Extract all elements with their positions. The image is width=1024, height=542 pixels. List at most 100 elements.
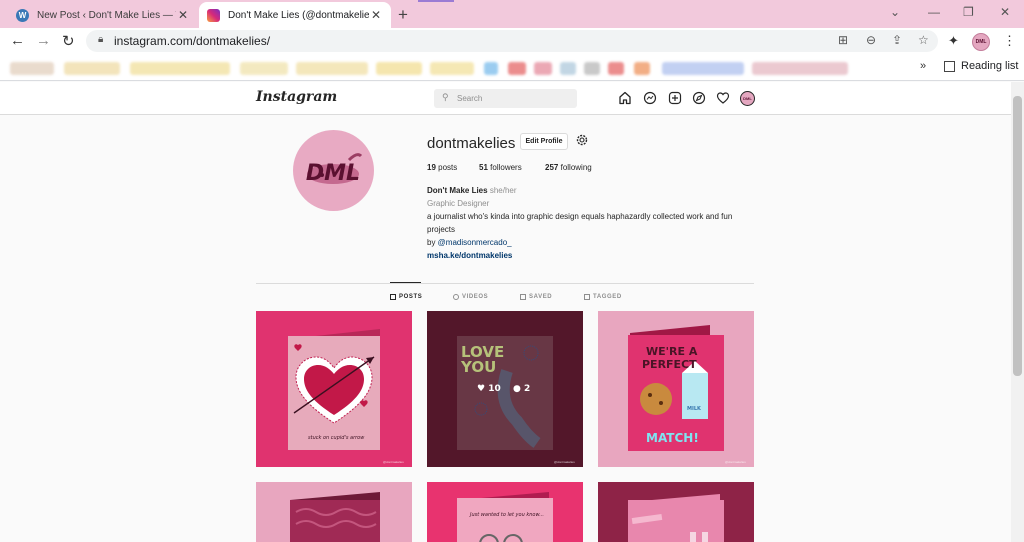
tab-new-post[interactable]: W New Post ‹ Don't Make Lies — W ✕ [8,2,198,28]
tab-title: Don't Make Lies (@dontmakelies [228,9,369,21]
followers-count: 51 [479,163,488,172]
bookmarks-bar: » Reading list [0,55,1024,81]
by-handle-link[interactable]: @madisonmercado_ [438,238,512,247]
bookmark-item[interactable] [662,62,744,75]
instagram-logo[interactable]: Instagram [256,89,337,105]
nav-profile-avatar[interactable]: DML [740,91,755,106]
edit-profile-button[interactable]: Edit Profile [520,133,568,150]
post-thumbnail[interactable]: stuck on cupid's arrow @dontmakelies [256,311,412,467]
translate-icon[interactable]: ⊞ [838,33,848,47]
tab-strip-accent [418,0,454,2]
post-image [290,492,380,542]
by-prefix: by [427,238,438,247]
close-icon[interactable]: ✕ [176,8,190,22]
settings-gear-icon[interactable] [575,133,589,147]
address-bar[interactable]: 🔒︎ instagram.com/dontmakelies/ ⊞ ⊖ ⇪ ☆ [86,30,938,52]
home-icon[interactable] [618,91,632,105]
forward-icon[interactable]: → [36,32,51,49]
website-link[interactable]: msha.ke/dontmakelies [427,249,757,262]
tab-tagged[interactable]: TAGGED [584,294,622,300]
bookmark-item[interactable] [240,62,288,75]
menu-icon[interactable]: ⋮ [1003,33,1016,49]
bookmark-item[interactable] [130,62,230,75]
post-headline-line2: PERFECT [642,358,697,371]
tab-search-icon[interactable]: ⌄ [890,5,900,19]
profile-divider [256,283,754,284]
browser-toolbar: ← → ↻ 🔒︎ instagram.com/dontmakelies/ ⊞ ⊖… [0,28,1024,55]
post-thumbnail[interactable] [256,482,412,542]
profile-bio: Don't Make Lies she/her Graphic Designer… [427,184,757,262]
tab-label: VIDEOS [462,294,489,300]
post-thumbnail[interactable] [598,482,754,542]
restore-icon[interactable]: ❐ [963,5,974,19]
bookmark-item[interactable] [430,62,474,75]
bookmark-star-icon[interactable]: ☆ [918,33,929,47]
reading-list-button[interactable]: Reading list [944,60,1018,72]
post-caption: Just wanted to let you know... [470,512,544,518]
lock-icon: 🔒︎ [98,34,104,45]
explore-icon[interactable] [692,91,706,105]
bookmark-item[interactable] [584,62,600,75]
back-icon[interactable]: ← [10,32,25,49]
post-thumbnail[interactable]: Just wanted to let you know... [427,482,583,542]
video-icon [453,294,459,300]
new-post-icon[interactable] [668,91,682,105]
bookmark-item[interactable] [10,62,54,75]
search-input[interactable]: ⚲ Search [434,89,577,108]
following-stat[interactable]: 257 following [545,163,592,172]
close-icon[interactable]: ✕ [369,8,383,22]
tab-label: POSTS [399,294,423,300]
bookmark-item[interactable] [608,62,624,75]
bookmark-item[interactable] [634,62,650,75]
scrollbar-thumb[interactable] [1013,96,1022,376]
messenger-icon[interactable] [643,91,657,105]
search-icon: ⚲ [442,92,449,102]
reload-icon[interactable]: ↻ [62,32,75,50]
bookmark-item[interactable] [376,62,422,75]
new-tab-button[interactable]: + [398,5,408,25]
search-placeholder: Search [457,94,483,103]
share-icon[interactable]: ⇪ [892,33,902,47]
minimize-icon[interactable]: — [928,5,940,19]
post-watermark: @dontmakelies [554,460,575,464]
page-scrollbar[interactable] [1011,82,1024,542]
tab-instagram[interactable]: Don't Make Lies (@dontmakelies ✕ [199,2,391,28]
post-thumbnail[interactable]: WE'RE A PERFECT MILK MATCH! @dontmakelie… [598,311,754,467]
bookmark-item[interactable] [752,62,848,75]
close-window-icon[interactable]: ✕ [1000,5,1010,19]
reading-list-icon [944,60,955,72]
page-viewport: Instagram ⚲ Search DML DML dontmakelies … [0,82,1011,542]
tab-posts[interactable]: POSTS [390,294,422,300]
bookmark-item[interactable] [64,62,120,75]
instagram-icon [207,8,220,22]
likes-count: 10 [488,384,501,394]
pronouns: she/her [489,186,517,195]
tab-saved[interactable]: SAVED [520,294,552,300]
bookmark-item[interactable] [534,62,552,75]
browser-profile-avatar[interactable]: DML [972,33,990,51]
profile-picture[interactable]: DML [293,130,374,211]
post-watermark: @dontmakelies [383,460,404,464]
post-thumbnail[interactable]: LOVE YOU ♥ 10 ● 2 @dontmakelies [427,311,583,467]
heart-icon: ♥ [477,384,486,394]
grid-icon [390,294,396,300]
profile-logo-graphic: DML [306,153,363,186]
url-text[interactable]: instagram.com/dontmakelies/ [114,34,270,48]
bookmarks-more-button[interactable]: » [920,60,926,72]
bookmark-item[interactable] [508,62,526,75]
following-label: following [560,163,592,172]
bookmark-item[interactable] [296,62,368,75]
bookmark-item[interactable] [484,62,498,75]
activity-heart-icon[interactable] [716,91,730,105]
posts-count: 19 [427,163,436,172]
post-headline-line1: WE'RE A [646,345,698,358]
tab-videos[interactable]: VIDEOS [453,294,488,300]
tab-label: TAGGED [593,294,622,300]
posts-stat[interactable]: 19 posts [427,163,457,172]
wordpress-icon: W [16,8,29,22]
post-likes-overlay: ♥ 10 [477,384,501,394]
zoom-icon[interactable]: ⊖ [866,33,876,47]
bookmark-item[interactable] [560,62,576,75]
extensions-icon[interactable]: ✦ [948,33,959,49]
followers-stat[interactable]: 51 followers [479,163,522,172]
